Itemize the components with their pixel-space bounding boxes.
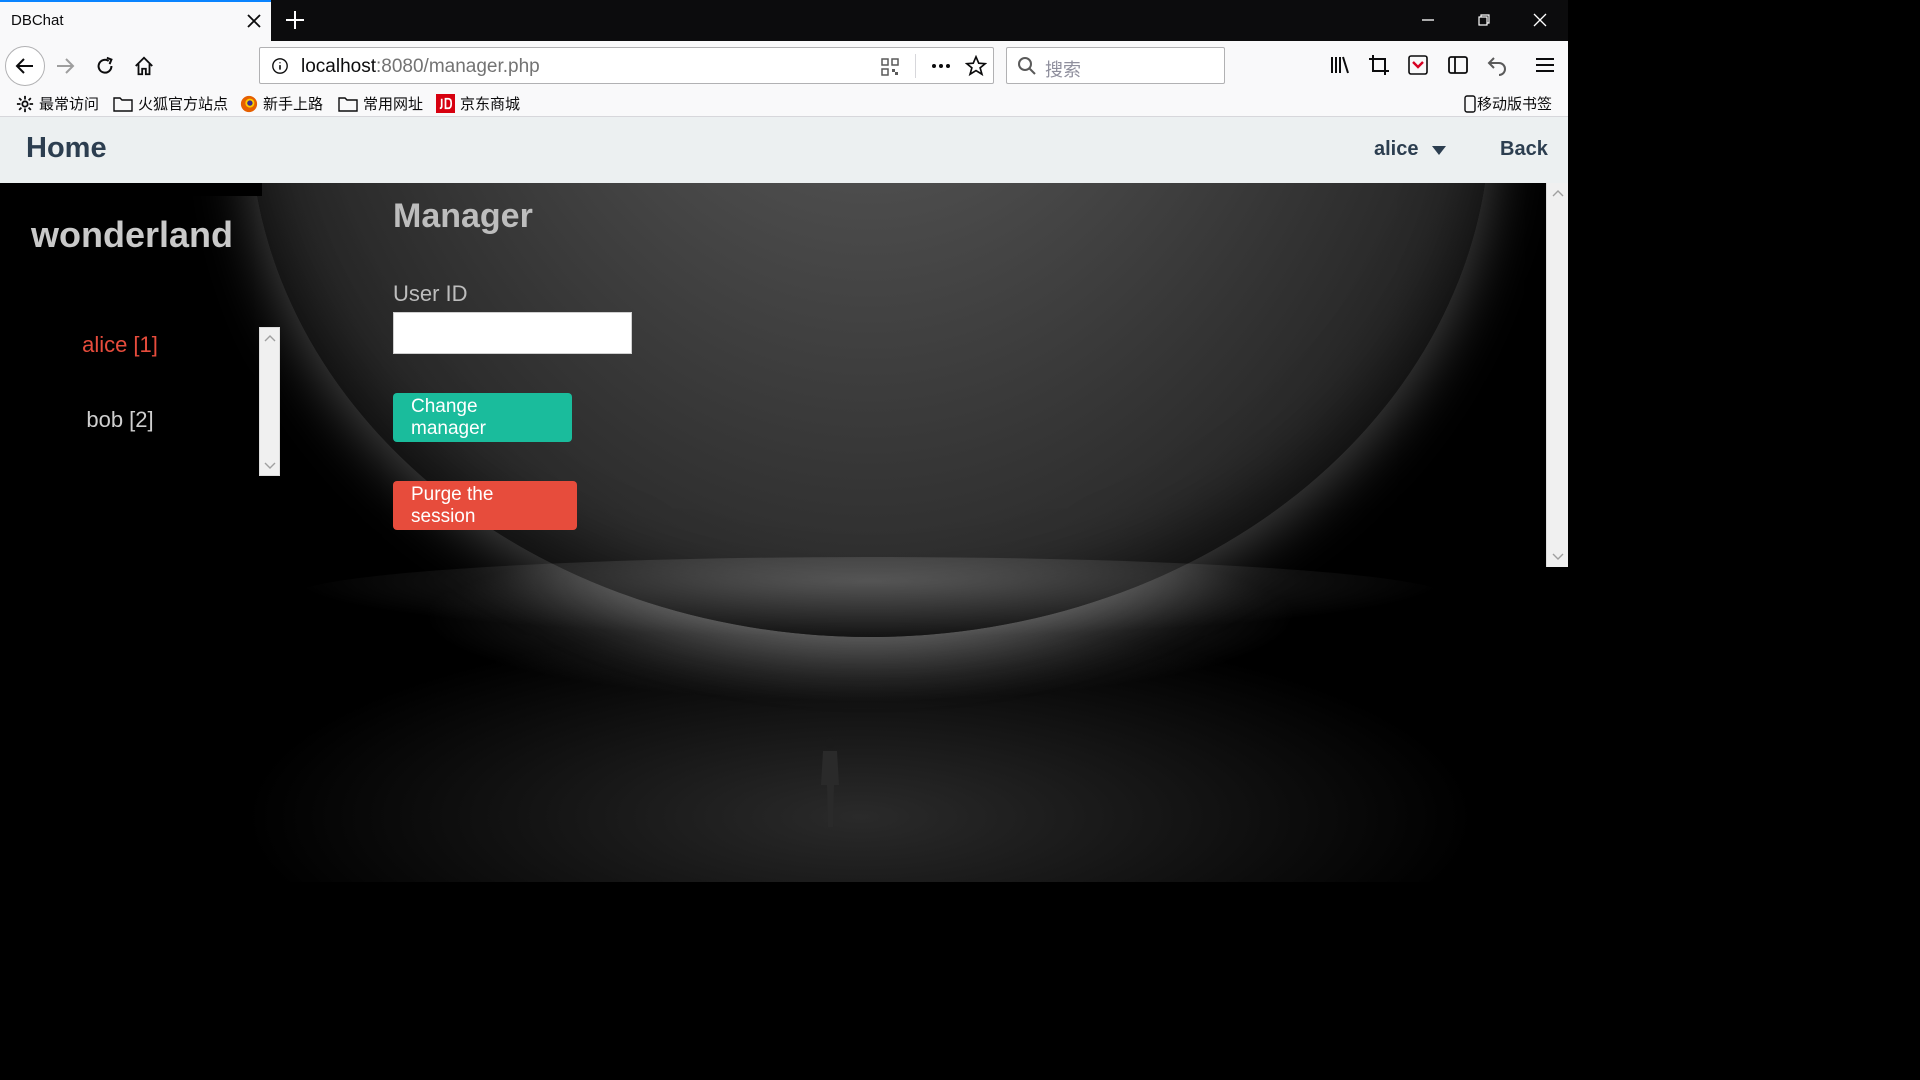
mobile-bookmarks[interactable]: 移动版书签 — [1464, 93, 1552, 114]
undo-close-icon[interactable] — [1485, 53, 1509, 77]
reload-button[interactable] — [88, 49, 122, 83]
bookmark-label: 火狐官方站点 — [138, 96, 229, 113]
library-icon[interactable] — [1328, 53, 1352, 77]
home-link[interactable]: Home — [26, 132, 107, 165]
pocket-icon[interactable] — [1406, 53, 1430, 77]
home-icon — [135, 56, 153, 76]
screenshot-crop-icon[interactable] — [1367, 53, 1391, 77]
bookmark-item[interactable]: 新手上路 — [240, 93, 323, 114]
sidebar-top-strip — [0, 183, 262, 196]
user-list: alice [1] bob [2] — [0, 327, 280, 477]
user-id-label: User ID — [393, 281, 468, 306]
user-item-bob[interactable]: bob [2] — [0, 407, 240, 433]
page-scrollbar[interactable] — [1546, 183, 1568, 567]
minimize-icon[interactable] — [1416, 8, 1440, 32]
back-button[interactable] — [5, 46, 45, 86]
bookmark-label: 京东商城 — [460, 96, 521, 113]
arrow-right-icon — [57, 58, 75, 74]
new-tab-icon[interactable] — [284, 9, 306, 31]
forward-button[interactable] — [48, 49, 82, 83]
arrow-left-icon — [15, 58, 33, 74]
scroll-down-icon[interactable] — [1552, 553, 1564, 561]
jd-icon — [436, 94, 455, 113]
tab-dbchat[interactable]: DBChat — [0, 0, 271, 41]
scroll-up-icon[interactable] — [264, 334, 276, 342]
close-window-icon[interactable] — [1528, 8, 1552, 32]
folder-icon — [113, 96, 133, 112]
bookmark-item[interactable]: 常用网址 — [338, 93, 423, 114]
restore-icon[interactable] — [1472, 8, 1496, 32]
search-icon — [1018, 57, 1036, 75]
back-link[interactable]: Back — [1500, 138, 1548, 161]
person-silhouette — [821, 738, 839, 827]
background-image — [0, 117, 1568, 882]
top-header: Home alice Back — [0, 117, 1568, 183]
url-bar[interactable]: localhost:8080/manager.php — [259, 47, 994, 84]
gear-icon — [16, 95, 34, 112]
navigation-toolbar: localhost:8080/manager.php 搜索 — [0, 41, 1568, 89]
username: alice — [1374, 138, 1419, 160]
bookmark-star-icon[interactable] — [965, 55, 987, 77]
tab-strip: DBChat — [0, 0, 1568, 41]
info-icon[interactable] — [271, 57, 289, 75]
scroll-down-icon[interactable] — [264, 462, 276, 470]
tab-title: DBChat — [11, 12, 64, 29]
page-title: Manager — [393, 197, 533, 235]
url-separator — [915, 54, 916, 78]
bookmark-item[interactable]: 京东商城 — [436, 93, 520, 114]
mobile-bookmarks-label: 移动版书签 — [1477, 96, 1553, 113]
user-item-alice[interactable]: alice [1] — [0, 332, 240, 358]
close-tab-icon[interactable] — [244, 11, 264, 31]
change-manager-button[interactable]: Change manager — [393, 393, 572, 442]
planet-glow — [290, 557, 1450, 637]
bookmark-item[interactable]: 火狐官方站点 — [113, 93, 228, 114]
caret-down-icon — [1432, 146, 1447, 155]
reload-icon — [97, 56, 113, 74]
qr-code-icon[interactable] — [880, 57, 900, 77]
bookmark-label: 新手上路 — [263, 96, 324, 113]
scroll-up-icon[interactable] — [1552, 189, 1564, 197]
web-page: Home alice Back wonderland alice [1] bob… — [0, 117, 1568, 882]
sidebar-toggle-icon[interactable] — [1446, 53, 1470, 77]
more-actions-icon[interactable] — [930, 56, 952, 76]
search-placeholder: 搜索 — [1045, 60, 1081, 80]
folder-icon — [338, 96, 358, 112]
room-name: wonderland — [31, 214, 234, 255]
bookmark-item[interactable]: 最常访问 — [16, 93, 99, 114]
bookmark-label: 最常访问 — [39, 96, 100, 113]
home-button[interactable] — [127, 49, 161, 83]
user-dropdown[interactable]: alice — [1374, 138, 1447, 161]
bookmark-label: 常用网址 — [363, 96, 424, 113]
bookmarks-toolbar: 最常访问 火狐官方站点 新手上路 常用网址 京东商城 移动版书签 — [0, 89, 1568, 117]
menu-icon[interactable] — [1533, 53, 1557, 77]
purge-session-button[interactable]: Purge the session — [393, 481, 577, 530]
mobile-phone-icon — [1464, 94, 1476, 113]
user-list-scrollbar[interactable] — [259, 327, 280, 476]
url-text: localhost:8080/manager.php — [301, 56, 540, 77]
user-id-input[interactable] — [393, 312, 632, 354]
search-bar[interactable]: 搜索 — [1006, 47, 1225, 84]
firefox-icon — [240, 95, 258, 112]
